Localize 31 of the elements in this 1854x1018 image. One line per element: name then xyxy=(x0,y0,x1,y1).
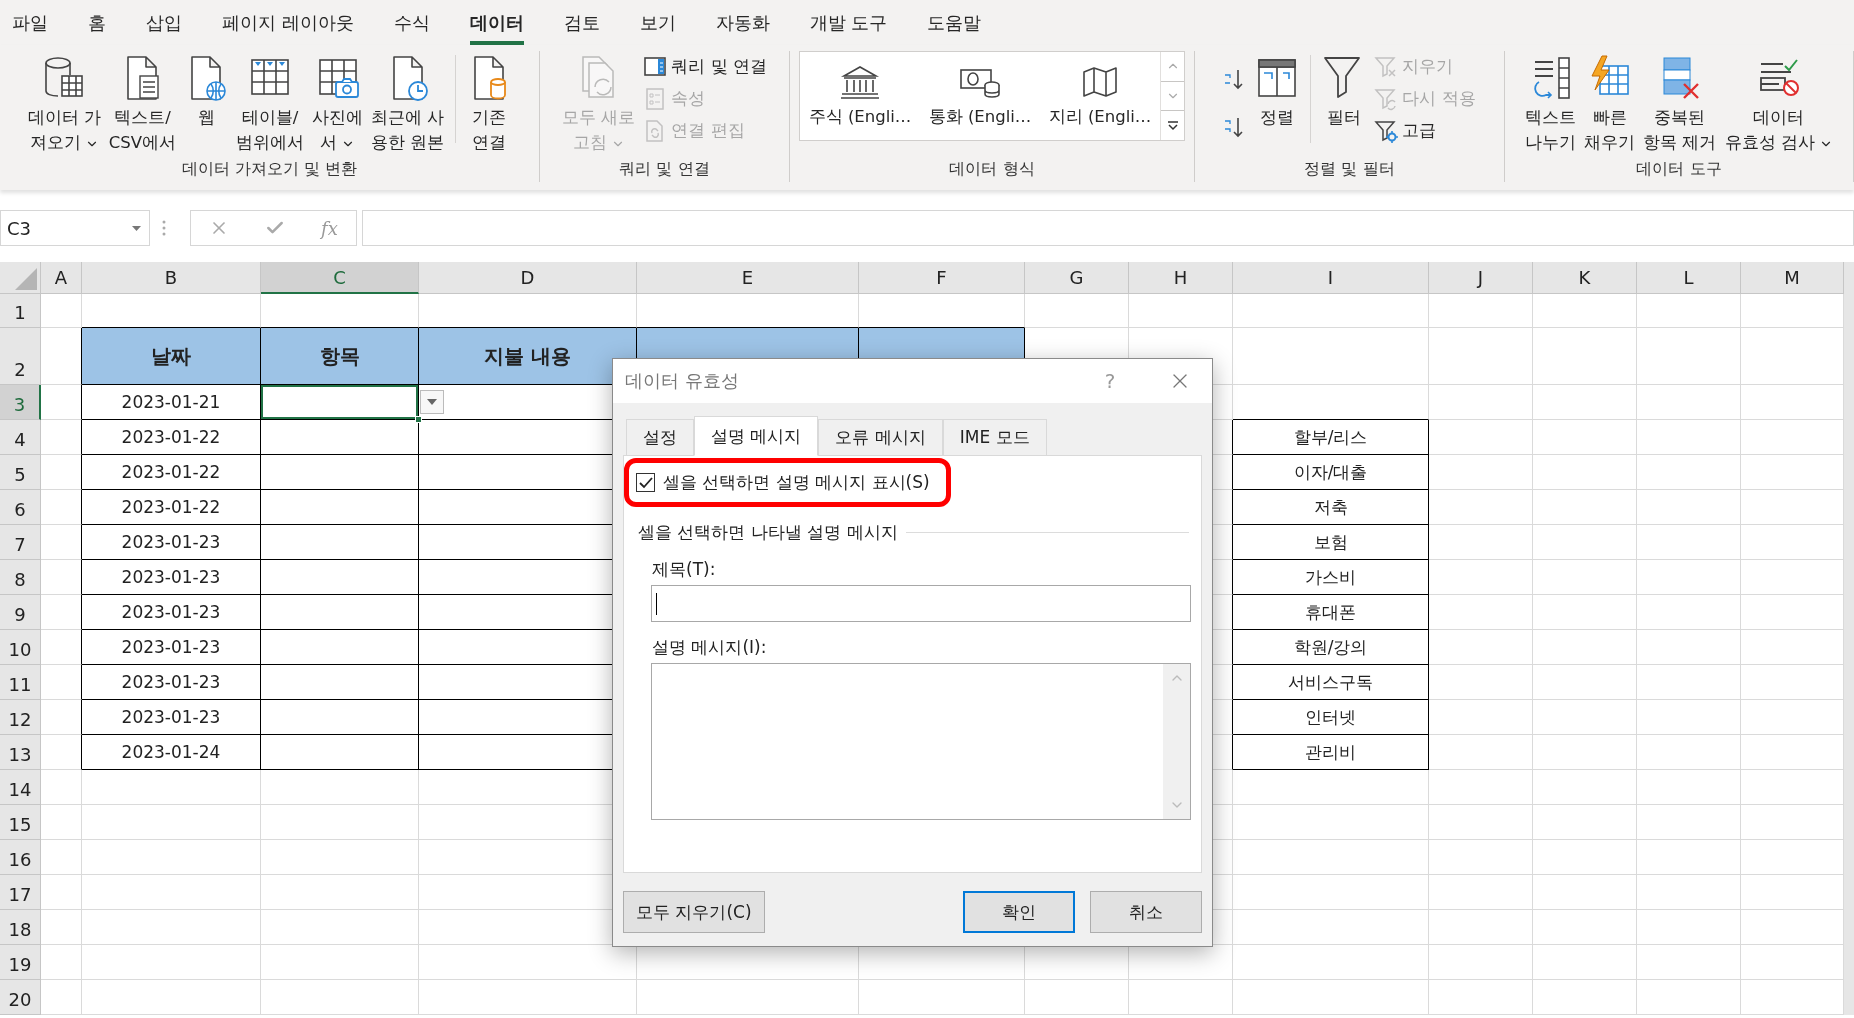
category-cell: 학원/강의 xyxy=(1233,630,1429,665)
date-cell: 2023-01-21 xyxy=(82,385,261,420)
date-cell: 2023-01-22 xyxy=(82,490,261,525)
category-cell: 휴대폰 xyxy=(1233,595,1429,630)
table-header-cell: 항목 xyxy=(261,328,419,385)
group-label: 정렬 및 필터 xyxy=(1304,159,1395,180)
date-cell: 2023-01-23 xyxy=(82,700,261,735)
date-cell: 2023-01-22 xyxy=(82,420,261,455)
date-cell: 2023-01-23 xyxy=(82,595,261,630)
table-header-cell: 날짜 xyxy=(82,328,261,385)
group-label: 데이터 도구 xyxy=(1636,159,1722,180)
date-cell: 2023-01-23 xyxy=(82,560,261,595)
group-label: 데이터 가져오기 및 변환 xyxy=(181,159,358,180)
category-cell: 서비스구독 xyxy=(1233,665,1429,700)
field-label: 제목(T): xyxy=(652,558,717,581)
category-cell: 인터넷 xyxy=(1233,700,1429,735)
group-label: 데이터 형식 xyxy=(949,159,1035,180)
date-cell: 2023-01-23 xyxy=(82,525,261,560)
category-cell: 저축 xyxy=(1233,490,1429,525)
category-cell: 할부/리스 xyxy=(1233,420,1429,455)
group-label: 쿼리 및 연결 xyxy=(619,159,710,180)
category-cell: 이자/대출 xyxy=(1233,455,1429,490)
date-cell: 2023-01-22 xyxy=(82,455,261,490)
date-cell: 2023-01-23 xyxy=(82,665,261,700)
field-label: 설명 메시지(I): xyxy=(652,636,768,659)
date-cell: 2023-01-23 xyxy=(82,630,261,665)
category-cell: 보험 xyxy=(1233,525,1429,560)
category-cell: 가스비 xyxy=(1233,560,1429,595)
section-label: 셀을 선택하면 나타낼 설명 메시지 xyxy=(638,521,898,544)
date-cell: 2023-01-24 xyxy=(82,735,261,770)
category-cell: 관리비 xyxy=(1233,735,1429,770)
